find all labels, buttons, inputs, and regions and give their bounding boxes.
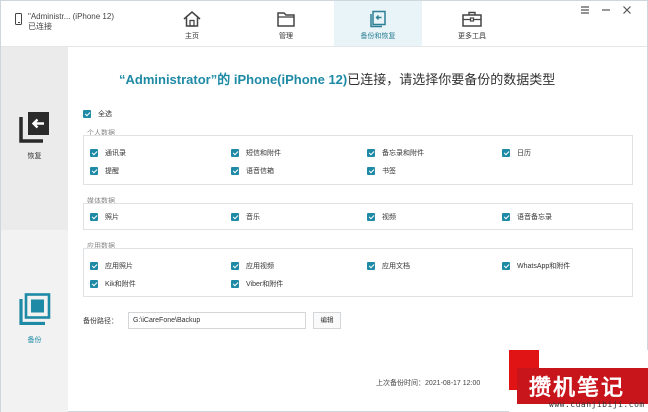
backup-path-input[interactable]: G:\iCareFone\Backup (128, 312, 306, 329)
checkbox-checked-icon (90, 213, 98, 221)
tab-manage[interactable]: 管理 (242, 1, 330, 46)
data-type-label: 日历 (517, 150, 531, 157)
toolbox-icon (462, 11, 482, 27)
device-info: "Administr... (iPhone 12) 已连接 (15, 12, 114, 32)
data-type-checkbox[interactable]: 视频 (367, 212, 396, 222)
checkbox-checked-icon (231, 167, 239, 175)
backup-restore-icon (370, 10, 386, 28)
checkbox-checked-icon (231, 213, 239, 221)
data-type-label: 照片 (105, 214, 119, 221)
top-bar: "Administr... (iPhone 12) 已连接 主页 管理 备份和恢… (1, 1, 647, 47)
tab-home-label: 主页 (185, 33, 199, 40)
menu-icon[interactable] (579, 4, 591, 16)
data-type-checkbox[interactable]: 照片 (90, 212, 119, 222)
sidebar-item-backup-label: 备份 (27, 337, 42, 344)
data-type-checkbox[interactable]: Viber和附件 (231, 279, 283, 289)
folder-icon (277, 12, 295, 27)
data-type-checkbox[interactable]: 应用文档 (367, 261, 410, 271)
select-all-label: 全选 (98, 111, 112, 118)
data-type-checkbox[interactable]: 备忘录和附件 (367, 148, 424, 158)
checkbox-checked-icon (90, 262, 98, 270)
data-type-label: 应用文档 (382, 263, 410, 270)
checkbox-checked-icon (502, 213, 510, 221)
checkbox-checked-icon (502, 149, 510, 157)
close-icon[interactable] (621, 4, 633, 16)
sidebar: 恢复 备份 (1, 47, 68, 412)
checkbox-checked-icon (83, 110, 91, 118)
watermark-url: www.cuanjibiji.com (549, 400, 645, 409)
checkbox-checked-icon (231, 280, 239, 288)
page-title: “Administrator”的 iPhone(iPhone 12)已连接，请选… (119, 69, 555, 88)
restore-icon (18, 112, 49, 143)
home-icon (183, 11, 201, 27)
data-type-checkbox[interactable]: 通讯录 (90, 148, 126, 158)
page-title-suffix: 已连接，请选择你要备份的数据类型 (347, 72, 556, 87)
tab-backup-restore-label: 备份和恢复 (360, 33, 396, 40)
data-type-label: 视频 (382, 214, 396, 221)
checkbox-checked-icon (367, 213, 375, 221)
checkbox-checked-icon (367, 149, 375, 157)
minimize-icon[interactable] (600, 4, 612, 16)
data-type-label: WhatsApp和附件 (517, 263, 571, 270)
tab-home[interactable]: 主页 (148, 1, 236, 46)
edit-path-button[interactable]: 编辑 (313, 312, 341, 329)
checkbox-checked-icon (90, 280, 98, 288)
checkbox-checked-icon (231, 262, 239, 270)
data-type-checkbox[interactable]: 书签 (367, 166, 396, 176)
checkbox-checked-icon (90, 149, 98, 157)
last-backup-time: 上次备份时间：2021-08-17 12:00 (376, 380, 481, 387)
data-type-checkbox[interactable]: 短信和附件 (231, 148, 281, 158)
checkbox-checked-icon (90, 167, 98, 175)
data-type-checkbox[interactable]: 应用视频 (231, 261, 274, 271)
checkbox-checked-icon (367, 262, 375, 270)
sidebar-item-backup[interactable]: 备份 (1, 293, 68, 353)
select-all-checkbox[interactable]: 全选 (83, 109, 112, 119)
backup-path-label: 备份路径： (83, 318, 118, 325)
sidebar-item-restore[interactable]: 恢复 (1, 47, 68, 230)
data-type-label: 书签 (382, 168, 396, 175)
watermark-logo: 攒机笔记 www.cuanjibiji.com (509, 350, 648, 412)
data-type-checkbox[interactable]: WhatsApp和附件 (502, 261, 570, 271)
data-type-label: 短信和附件 (246, 150, 281, 157)
data-type-checkbox[interactable]: 语音信箱 (231, 166, 274, 176)
data-type-label: 通讯录 (105, 150, 126, 157)
data-type-label: 应用视频 (246, 263, 274, 270)
data-type-label: 备忘录和附件 (382, 150, 424, 157)
checkbox-checked-icon (231, 149, 239, 157)
data-type-label: 提醒 (105, 168, 119, 175)
phone-icon (15, 13, 22, 25)
data-type-label: 语音备忘录 (517, 214, 552, 221)
data-type-checkbox[interactable]: 音乐 (231, 212, 260, 222)
checkbox-checked-icon (502, 262, 510, 270)
backup-icon (18, 293, 50, 325)
sidebar-item-restore-label: 恢复 (27, 153, 42, 160)
tab-more-tools-label: 更多工具 (458, 33, 486, 40)
device-name: "Administr... (iPhone 12) (28, 12, 114, 21)
data-type-label: 应用照片 (105, 263, 133, 270)
data-type-checkbox[interactable]: 应用照片 (90, 261, 133, 271)
watermark-title: 攒机笔记 (529, 376, 626, 401)
group-app-data (83, 248, 633, 297)
tab-manage-label: 管理 (279, 33, 293, 40)
data-type-checkbox[interactable]: Kik和附件 (90, 279, 136, 289)
data-type-checkbox[interactable]: 日历 (502, 148, 531, 158)
data-type-checkbox[interactable]: 提醒 (90, 166, 119, 176)
data-type-checkbox[interactable]: 语音备忘录 (502, 212, 552, 222)
tab-backup-restore[interactable]: 备份和恢复 (334, 1, 422, 46)
data-type-label: Kik和附件 (105, 281, 136, 288)
group-personal-data (83, 135, 633, 185)
page-title-device: “Administrator”的 iPhone(iPhone 12) (119, 72, 348, 87)
data-type-label: Viber和附件 (246, 281, 284, 288)
device-status: 已连接 (28, 22, 52, 31)
data-type-label: 语音信箱 (246, 168, 274, 175)
tab-more-tools[interactable]: 更多工具 (428, 1, 516, 46)
data-type-label: 音乐 (246, 214, 260, 221)
checkbox-checked-icon (367, 167, 375, 175)
